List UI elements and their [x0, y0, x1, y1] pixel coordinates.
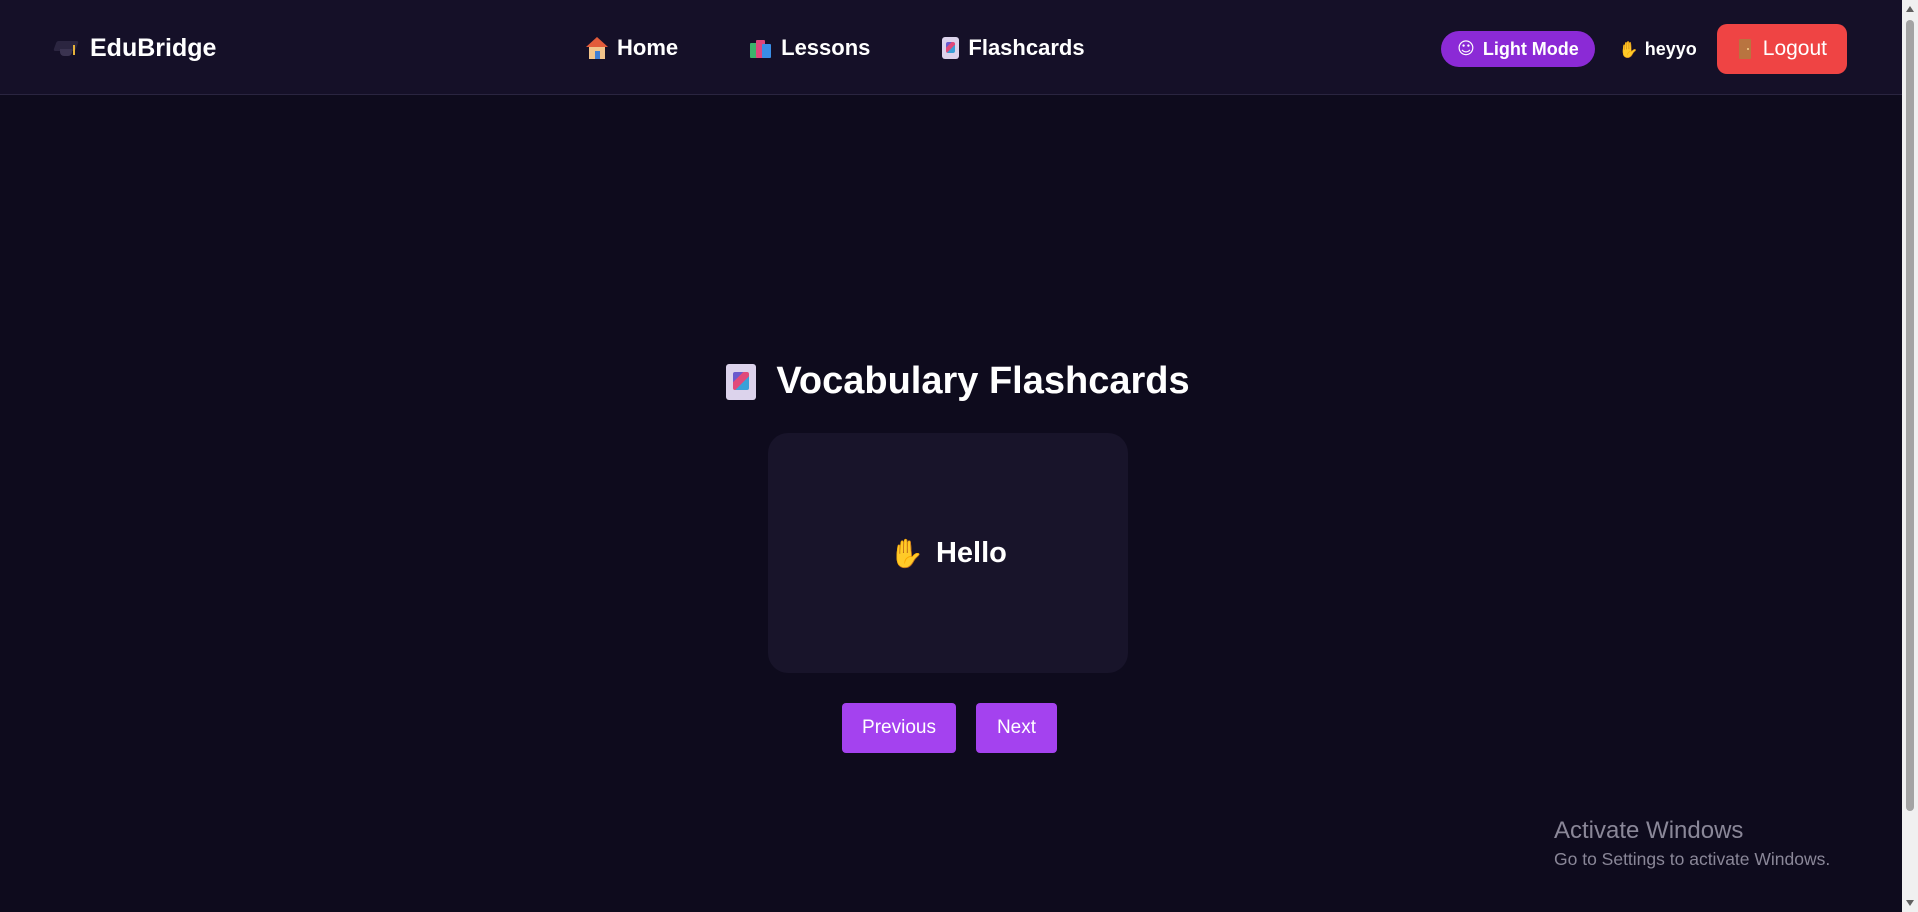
app-viewport: EduBridge Home Lessons Flashcards ☺ Ligh… [0, 0, 1902, 912]
nav-link-lessons-label: Lessons [781, 35, 871, 60]
card-index-icon [942, 37, 960, 59]
books-icon [750, 38, 772, 58]
nav-link-flashcards[interactable]: Flashcards [942, 35, 1085, 61]
house-icon [586, 37, 608, 59]
username: heyyo [1644, 38, 1697, 59]
watermark-subtitle: Go to Settings to activate Windows. [1554, 849, 1831, 869]
nav-link-home[interactable]: Home [586, 35, 678, 61]
scroll-thumb[interactable] [1906, 20, 1914, 811]
waving-hand-icon: ✋ [1618, 39, 1639, 59]
scroll-up-arrow-icon[interactable] [1906, 6, 1914, 12]
nav-link-home-label: Home [617, 35, 679, 60]
top-navbar: EduBridge Home Lessons Flashcards ☺ Ligh… [0, 0, 1902, 95]
theme-toggle-button[interactable]: ☺ Light Mode [1441, 31, 1595, 67]
door-icon [1738, 39, 1751, 59]
flashcard-word: Hello [935, 536, 1007, 569]
page-title-text: Vocabulary Flashcards [776, 360, 1190, 402]
nav-links: Home Lessons Flashcards [586, 28, 1085, 68]
card-index-icon [726, 363, 757, 400]
vertical-scrollbar[interactable] [1902, 0, 1918, 912]
graduation-cap-icon [53, 37, 79, 59]
user-greeting: ✋ heyyo [1619, 39, 1697, 60]
previous-button[interactable]: Previous [842, 703, 956, 753]
flashcard-controls: Previous Next [842, 703, 1057, 753]
theme-toggle-label: Light Mode [1482, 38, 1579, 59]
logout-label: Logout [1762, 37, 1827, 60]
activate-windows-watermark: Activate Windows Go to Settings to activ… [1554, 816, 1830, 872]
waving-hand-icon: ✋ [889, 536, 924, 570]
logout-button[interactable]: Logout [1716, 24, 1847, 74]
flashcard[interactable]: ✋ Hello [768, 433, 1128, 673]
scroll-down-arrow-icon[interactable] [1906, 900, 1914, 906]
nav-link-flashcards-label: Flashcards [968, 35, 1085, 60]
watermark-title: Activate Windows [1554, 817, 1744, 844]
next-button[interactable]: Next [976, 703, 1057, 753]
sun-face-icon: ☺ [1457, 39, 1475, 59]
nav-actions: ☺ Light Mode ✋ heyyo Logout [1441, 24, 1847, 74]
page-title: Vocabulary Flashcards [0, 360, 1902, 403]
brand-name: EduBridge [90, 33, 217, 62]
nav-link-lessons[interactable]: Lessons [750, 35, 870, 61]
brand-logo[interactable]: EduBridge [53, 30, 217, 66]
